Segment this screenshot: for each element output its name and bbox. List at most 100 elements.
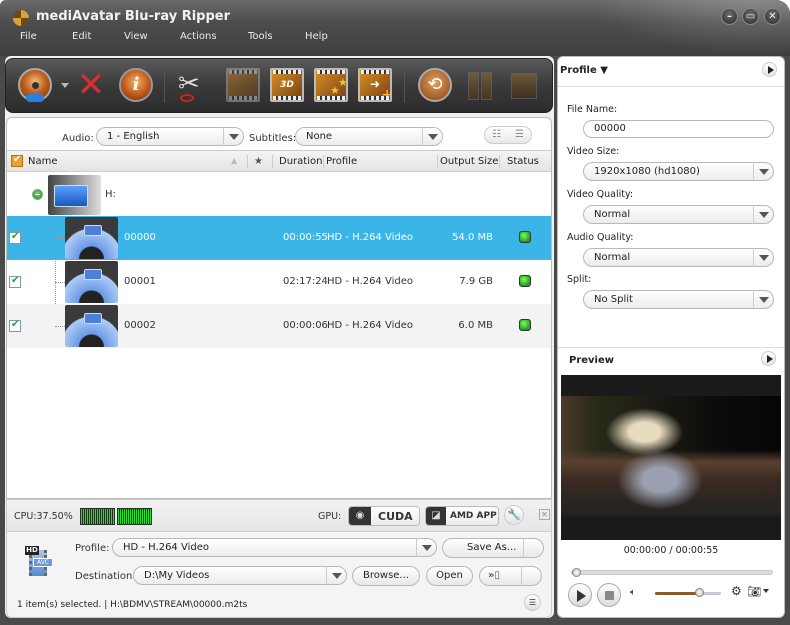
cpu-graph <box>117 508 152 525</box>
remove-button[interactable]: ✕ <box>74 68 108 102</box>
amd-label: AMD APP <box>450 511 497 521</box>
filter-bar: Audio: 1 - English Subtitles: None ☷ ☰ <box>7 118 551 150</box>
snapshot-settings-icon[interactable]: ⚙ <box>731 584 742 598</box>
audio-quality-label: Audio Quality: <box>567 232 634 243</box>
row-checkbox[interactable] <box>9 319 21 332</box>
cuda-button[interactable]: ◉ CUDA <box>348 506 420 526</box>
convert-button[interactable]: ⟲ <box>418 68 452 102</box>
effects-button[interactable]: ★ ★ <box>314 68 348 102</box>
video-quality-value: Normal <box>594 209 631 220</box>
menu-edit[interactable]: Edit <box>72 31 91 42</box>
status-message: 1 item(s) selected. | H:\BDMV\STREAM\000… <box>17 600 248 610</box>
transfer-dropdown-icon[interactable] <box>521 566 541 586</box>
volume-handle[interactable] <box>694 588 704 597</box>
col-star[interactable]: ★ <box>254 156 263 167</box>
open-button[interactable]: Open <box>426 566 473 586</box>
cpu-graph <box>80 508 115 525</box>
collapse-toggle-icon[interactable] <box>32 189 43 200</box>
popout-preview-icon[interactable] <box>761 351 776 366</box>
wrench-icon[interactable]: 🔧 <box>504 505 524 525</box>
file-row[interactable]: 00000 00:00:55 HD - H.264 Video 54.0 MB <box>7 216 551 260</box>
3d-icon: 3D <box>280 80 294 90</box>
menu-help[interactable]: Help <box>305 31 328 42</box>
log-icon[interactable]: ☰ <box>524 594 541 611</box>
col-name[interactable]: Name <box>28 156 58 167</box>
merge-button[interactable] <box>226 68 260 102</box>
close-button[interactable]: ✕ <box>764 8 781 25</box>
status-ready-icon <box>519 319 531 331</box>
audio-quality-select[interactable]: Normal <box>583 248 774 267</box>
col-output-size[interactable]: Output Size <box>440 156 498 167</box>
add-disc-dropdown-icon[interactable] <box>61 83 69 88</box>
split-select[interactable]: No Split <box>583 290 774 309</box>
menu-actions[interactable]: Actions <box>180 31 217 42</box>
file-name-input[interactable]: 00000 <box>583 120 774 138</box>
menu-file[interactable]: File <box>20 31 37 42</box>
file-profile[interactable]: HD - H.264 Video <box>327 320 413 331</box>
3d-button[interactable]: 3D <box>270 68 304 102</box>
chevron-down-icon[interactable] <box>753 290 773 309</box>
clip-button[interactable]: ✂ <box>178 68 212 102</box>
seek-handle[interactable] <box>572 568 581 577</box>
add-output-button[interactable]: ➜ + <box>358 68 393 103</box>
volume-icon[interactable]: 🔈︎ <box>630 587 636 598</box>
camera-icon[interactable]: 📷︎ <box>747 585 761 598</box>
list-view-icon[interactable]: ☰ <box>508 127 531 143</box>
menu-view[interactable]: View <box>124 31 148 42</box>
app-logo-icon <box>13 10 29 26</box>
video-size-select[interactable]: 1920x1080 (hd1080) <box>583 162 774 181</box>
transfer-to-device-button[interactable]: »▯ <box>479 566 542 586</box>
info-button[interactable]: i <box>119 68 153 102</box>
stop-playback-button[interactable] <box>597 583 621 607</box>
file-profile[interactable]: HD - H.264 Video <box>327 232 413 243</box>
detail-view-icon[interactable]: ☷ <box>485 127 508 143</box>
chevron-down-icon[interactable] <box>326 566 346 585</box>
stop-button[interactable] <box>506 68 540 102</box>
chevron-down-icon[interactable] <box>223 127 243 146</box>
column-header: Name ▲ ★ Duration Profile Output Size St… <box>7 150 551 172</box>
chevron-down-icon[interactable] <box>753 205 773 224</box>
save-as-button[interactable]: Save As... <box>442 538 544 558</box>
save-as-dropdown-icon[interactable] <box>523 538 543 558</box>
file-row[interactable]: 00001 02:17:24 HD - H.264 Video 7.9 GB <box>7 260 551 304</box>
title-bar: mediAvatar Blu-ray Ripper File Edit View… <box>0 0 790 56</box>
chevron-down-icon[interactable] <box>753 162 773 181</box>
view-mode-toggle[interactable]: ☷ ☰ <box>484 126 532 144</box>
chevron-down-icon[interactable] <box>422 127 442 146</box>
col-profile[interactable]: Profile <box>326 156 357 167</box>
volume-slider[interactable] <box>655 588 721 597</box>
menu-tools[interactable]: Tools <box>248 31 273 42</box>
chevron-down-icon[interactable] <box>753 248 773 267</box>
col-duration[interactable]: Duration <box>279 156 322 167</box>
col-status[interactable]: Status <box>507 156 539 167</box>
row-checkbox[interactable] <box>9 275 21 288</box>
file-name-label: File Name: <box>567 104 618 115</box>
profile-panel-title[interactable]: Profile ▼ <box>560 65 608 76</box>
playback-time: 00:00:00 / 00:00:55 <box>623 545 719 556</box>
profile-select[interactable]: HD - H.264 Video <box>112 538 437 557</box>
select-all-checkbox[interactable] <box>11 154 23 167</box>
close-panel-icon[interactable]: ✕ <box>539 509 550 520</box>
file-row[interactable]: 00002 00:00:06 HD - H.264 Video 6.0 MB <box>7 304 551 348</box>
amd-app-button[interactable]: ◪ AMD APP <box>425 506 499 526</box>
destination-select[interactable]: D:\My Videos <box>133 566 347 585</box>
browse-button[interactable]: Browse... <box>352 566 420 586</box>
pause-button[interactable] <box>462 68 496 102</box>
minimize-button[interactable]: – <box>721 8 738 25</box>
file-profile[interactable]: HD - H.264 Video <box>327 276 413 287</box>
expand-panel-icon[interactable] <box>762 62 777 77</box>
subtitles-select[interactable]: None <box>295 127 443 146</box>
header-divider <box>247 155 248 168</box>
file-list-panel: Audio: 1 - English Subtitles: None ☷ ☰ N… <box>6 117 552 499</box>
audio-select[interactable]: 1 - English <box>96 127 244 146</box>
video-quality-select[interactable]: Normal <box>583 205 774 224</box>
seek-bar[interactable] <box>571 568 773 577</box>
row-checkbox[interactable] <box>9 231 21 244</box>
add-disc-button[interactable] <box>18 68 52 102</box>
chevron-down-icon[interactable] <box>416 538 436 557</box>
destination-value: D:\My Videos <box>144 570 210 581</box>
maximize-button[interactable]: ▭ <box>742 8 759 25</box>
snapshot-dropdown-icon[interactable] <box>763 589 769 593</box>
title-sheen <box>590 0 790 56</box>
play-button[interactable] <box>568 583 592 607</box>
